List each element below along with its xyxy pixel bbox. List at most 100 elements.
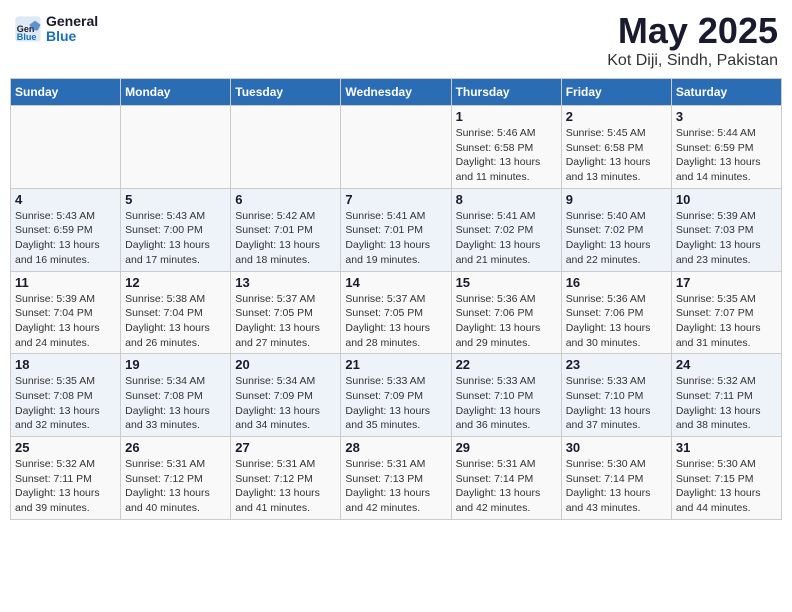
logo-icon: Gen Blue — [14, 15, 42, 43]
calendar-cell: 7 Sunrise: 5:41 AM Sunset: 7:01 PM Daylig… — [341, 188, 451, 271]
day-info: Sunrise: 5:33 AM Sunset: 7:10 PM Dayligh… — [566, 374, 667, 433]
day-info: Sunrise: 5:31 AM Sunset: 7:12 PM Dayligh… — [235, 457, 336, 516]
day-number: 30 — [566, 440, 667, 455]
logo-text: General Blue — [46, 14, 98, 45]
day-number: 1 — [456, 109, 557, 124]
day-number: 24 — [676, 357, 777, 372]
weekday-header-sunday: Sunday — [11, 79, 121, 106]
calendar-cell: 27 Sunrise: 5:31 AM Sunset: 7:12 PM Dayli… — [231, 437, 341, 520]
page-subtitle: Kot Diji, Sindh, Pakistan — [607, 52, 778, 70]
calendar-cell: 23Sunrise: 5:33 AM Sunset: 7:10 PM Dayli… — [561, 354, 671, 437]
day-info: Sunrise: 5:32 AM Sunset: 7:11 PM Dayligh… — [15, 457, 116, 516]
day-number: 27 — [235, 440, 336, 455]
day-number: 17 — [676, 275, 777, 290]
calendar-week-3: 11Sunrise: 5:39 AM Sunset: 7:04 PM Dayli… — [11, 271, 782, 354]
day-info: Sunrise: 5:41 AM Sunset: 7:01 PM Dayligh… — [345, 209, 446, 268]
calendar-cell: 11Sunrise: 5:39 AM Sunset: 7:04 PM Dayli… — [11, 271, 121, 354]
calendar-cell: 15 Sunrise: 5:36 AM Sunset: 7:06 PM Dayli… — [451, 271, 561, 354]
logo-general: General — [46, 14, 98, 29]
calendar-cell: 12 Sunrise: 5:38 AM Sunset: 7:04 PM Dayli… — [121, 271, 231, 354]
calendar-cell: 20 Sunrise: 5:34 AM Sunset: 7:09 PM Dayli… — [231, 354, 341, 437]
day-info: Sunrise: 5:44 AM Sunset: 6:59 PM Dayligh… — [676, 126, 777, 185]
calendar-cell: 10 Sunrise: 5:39 AM Sunset: 7:03 PM Dayli… — [671, 188, 781, 271]
day-info: Sunrise: 5:32 AM Sunset: 7:11 PM Dayligh… — [676, 374, 777, 433]
day-number: 21 — [345, 357, 446, 372]
day-info: Sunrise: 5:42 AM Sunset: 7:01 PM Dayligh… — [235, 209, 336, 268]
day-info: Sunrise: 5:39 AM Sunset: 7:03 PM Dayligh… — [676, 209, 777, 268]
day-info: Sunrise: 5:35 AM Sunset: 7:07 PM Dayligh… — [676, 292, 777, 351]
day-number: 7 — [345, 192, 446, 207]
day-number: 8 — [456, 192, 557, 207]
calendar-cell: 31 Sunrise: 5:30 AM Sunset: 7:15 PM Dayli… — [671, 437, 781, 520]
day-info: Sunrise: 5:37 AM Sunset: 7:05 PM Dayligh… — [235, 292, 336, 351]
day-info: Sunrise: 5:39 AM Sunset: 7:04 PM Dayligh… — [15, 292, 116, 351]
day-number: 31 — [676, 440, 777, 455]
day-info: Sunrise: 5:40 AM Sunset: 7:02 PM Dayligh… — [566, 209, 667, 268]
calendar-cell: 24 Sunrise: 5:32 AM Sunset: 7:11 PM Dayli… — [671, 354, 781, 437]
svg-text:Blue: Blue — [17, 33, 37, 43]
day-number: 22 — [456, 357, 557, 372]
calendar-cell: 16 Sunrise: 5:36 AM Sunset: 7:06 PM Dayli… — [561, 271, 671, 354]
day-info: Sunrise: 5:34 AM Sunset: 7:09 PM Dayligh… — [235, 374, 336, 433]
calendar-cell: 1 Sunrise: 5:46 AM Sunset: 6:58 PM Daylig… — [451, 106, 561, 189]
calendar: SundayMondayTuesdayWednesdayThursdayFrid… — [10, 78, 782, 520]
day-info: Sunrise: 5:36 AM Sunset: 7:06 PM Dayligh… — [566, 292, 667, 351]
day-info: Sunrise: 5:34 AM Sunset: 7:08 PM Dayligh… — [125, 374, 226, 433]
day-info: Sunrise: 5:37 AM Sunset: 7:05 PM Dayligh… — [345, 292, 446, 351]
day-number: 15 — [456, 275, 557, 290]
logo-blue: Blue — [46, 29, 98, 44]
day-info: Sunrise: 5:43 AM Sunset: 7:00 PM Dayligh… — [125, 209, 226, 268]
day-info: Sunrise: 5:30 AM Sunset: 7:14 PM Dayligh… — [566, 457, 667, 516]
day-number: 5 — [125, 192, 226, 207]
calendar-cell — [341, 106, 451, 189]
calendar-week-1: 1 Sunrise: 5:46 AM Sunset: 6:58 PM Daylig… — [11, 106, 782, 189]
day-number: 20 — [235, 357, 336, 372]
day-info: Sunrise: 5:41 AM Sunset: 7:02 PM Dayligh… — [456, 209, 557, 268]
day-info: Sunrise: 5:31 AM Sunset: 7:12 PM Dayligh… — [125, 457, 226, 516]
calendar-cell: 3 Sunrise: 5:44 AM Sunset: 6:59 PM Daylig… — [671, 106, 781, 189]
day-number: 14 — [345, 275, 446, 290]
day-number: 28 — [345, 440, 446, 455]
day-number: 4 — [15, 192, 116, 207]
day-info: Sunrise: 5:30 AM Sunset: 7:15 PM Dayligh… — [676, 457, 777, 516]
calendar-cell: 17 Sunrise: 5:35 AM Sunset: 7:07 PM Dayli… — [671, 271, 781, 354]
calendar-cell: 8 Sunrise: 5:41 AM Sunset: 7:02 PM Daylig… — [451, 188, 561, 271]
logo: Gen Blue General Blue — [14, 14, 98, 45]
day-number: 10 — [676, 192, 777, 207]
day-number: 3 — [676, 109, 777, 124]
calendar-cell — [231, 106, 341, 189]
day-info: Sunrise: 5:35 AM Sunset: 7:08 PM Dayligh… — [15, 374, 116, 433]
day-info: Sunrise: 5:31 AM Sunset: 7:14 PM Dayligh… — [456, 457, 557, 516]
title-area: May 2025 Kot Diji, Sindh, Pakistan — [607, 10, 778, 70]
calendar-cell: 4 Sunrise: 5:43 AM Sunset: 6:59 PM Daylig… — [11, 188, 121, 271]
header: Gen Blue General Blue May 2025 Kot Diji,… — [10, 10, 782, 70]
calendar-cell: 14 Sunrise: 5:37 AM Sunset: 7:05 PM Dayli… — [341, 271, 451, 354]
day-number: 9 — [566, 192, 667, 207]
day-info: Sunrise: 5:36 AM Sunset: 7:06 PM Dayligh… — [456, 292, 557, 351]
calendar-cell — [121, 106, 231, 189]
day-info: Sunrise: 5:38 AM Sunset: 7:04 PM Dayligh… — [125, 292, 226, 351]
day-info: Sunrise: 5:43 AM Sunset: 6:59 PM Dayligh… — [15, 209, 116, 268]
calendar-cell — [11, 106, 121, 189]
calendar-cell: 5 Sunrise: 5:43 AM Sunset: 7:00 PM Daylig… — [121, 188, 231, 271]
weekday-header-wednesday: Wednesday — [341, 79, 451, 106]
day-number: 6 — [235, 192, 336, 207]
calendar-cell: 18Sunrise: 5:35 AM Sunset: 7:08 PM Dayli… — [11, 354, 121, 437]
calendar-week-5: 25Sunrise: 5:32 AM Sunset: 7:11 PM Dayli… — [11, 437, 782, 520]
calendar-cell: 2Sunrise: 5:45 AM Sunset: 6:58 PM Daylig… — [561, 106, 671, 189]
calendar-cell: 19 Sunrise: 5:34 AM Sunset: 7:08 PM Dayli… — [121, 354, 231, 437]
day-info: Sunrise: 5:31 AM Sunset: 7:13 PM Dayligh… — [345, 457, 446, 516]
page-title: May 2025 — [607, 10, 778, 52]
calendar-cell: 22Sunrise: 5:33 AM Sunset: 7:10 PM Dayli… — [451, 354, 561, 437]
calendar-cell: 26Sunrise: 5:31 AM Sunset: 7:12 PM Dayli… — [121, 437, 231, 520]
calendar-cell: 29Sunrise: 5:31 AM Sunset: 7:14 PM Dayli… — [451, 437, 561, 520]
day-number: 12 — [125, 275, 226, 290]
calendar-body: 1 Sunrise: 5:46 AM Sunset: 6:58 PM Daylig… — [11, 106, 782, 520]
day-info: Sunrise: 5:46 AM Sunset: 6:58 PM Dayligh… — [456, 126, 557, 185]
calendar-header: SundayMondayTuesdayWednesdayThursdayFrid… — [11, 79, 782, 106]
calendar-cell: 28 Sunrise: 5:31 AM Sunset: 7:13 PM Dayli… — [341, 437, 451, 520]
day-number: 19 — [125, 357, 226, 372]
calendar-cell: 25Sunrise: 5:32 AM Sunset: 7:11 PM Dayli… — [11, 437, 121, 520]
day-number: 16 — [566, 275, 667, 290]
weekday-header-saturday: Saturday — [671, 79, 781, 106]
